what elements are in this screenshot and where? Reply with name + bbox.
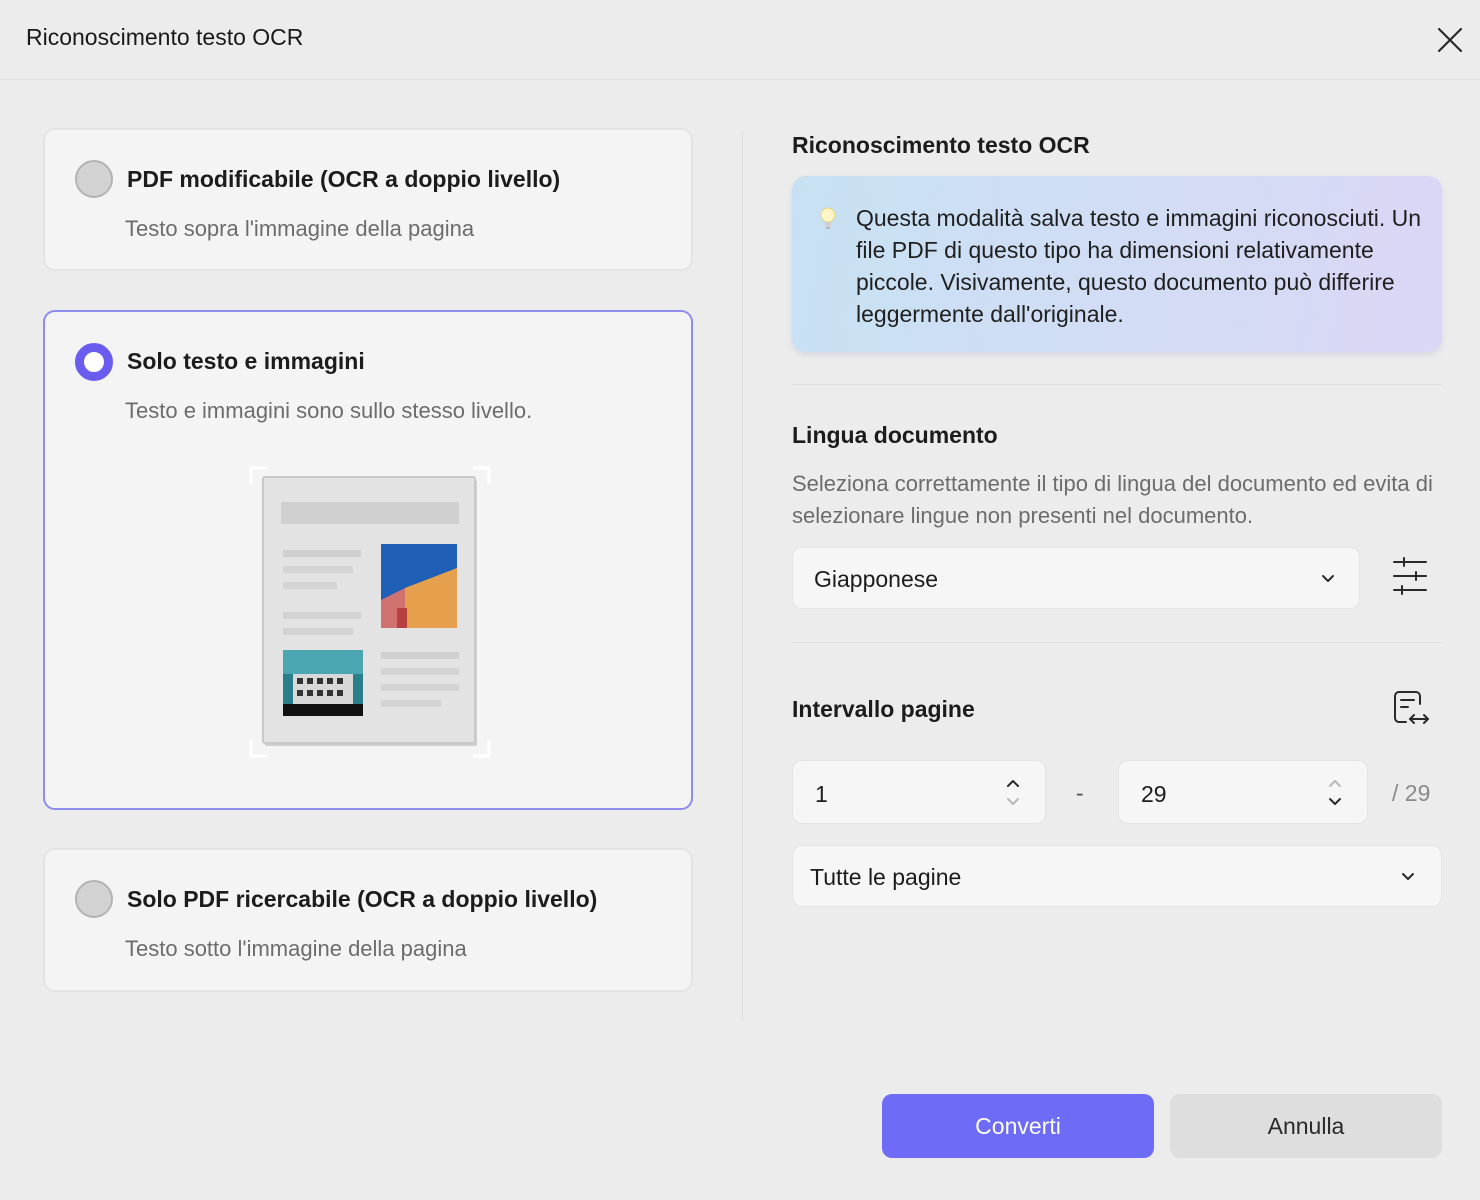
language-description: Seleziona correttamente il tipo di lingu… xyxy=(792,471,1433,528)
chevron-down-icon xyxy=(1322,575,1334,582)
radio-text-and-images[interactable] xyxy=(75,343,113,381)
ocr-heading: Riconoscimento testo OCR xyxy=(792,132,1090,158)
option-editable-pdf[interactable]: PDF modificabile (OCR a doppio livello) … xyxy=(43,128,693,271)
chevron-down-icon xyxy=(1402,873,1414,880)
option-text-and-images[interactable]: Solo testo e immagini Testo e immagini s… xyxy=(43,310,693,810)
page-total: / 29 xyxy=(1392,780,1431,806)
section-divider xyxy=(792,642,1442,643)
page-range-icon[interactable] xyxy=(1390,688,1432,730)
sliders-icon[interactable] xyxy=(1390,556,1430,596)
info-text: Questa modalità salva testo e immagini r… xyxy=(856,205,1422,327)
language-dropdown[interactable]: Giapponese xyxy=(792,547,1360,609)
option-description: Testo sotto l'immagine della pagina xyxy=(125,936,467,961)
convert-button[interactable]: Converti xyxy=(882,1094,1154,1158)
cancel-button[interactable]: Annulla xyxy=(1170,1094,1442,1158)
option-title: Solo testo e immagini xyxy=(127,348,365,374)
info-box: Questa modalità salva testo e immagini r… xyxy=(792,176,1442,352)
stepper-arrows-icon[interactable] xyxy=(1003,773,1023,813)
radio-editable-pdf[interactable] xyxy=(75,160,113,198)
page-range-heading: Intervallo pagine xyxy=(792,696,975,722)
page-to-input[interactable]: 29 xyxy=(1118,760,1368,824)
page-mode-dropdown[interactable]: Tutte le pagine xyxy=(792,845,1442,907)
vertical-divider xyxy=(742,130,743,1022)
section-divider xyxy=(792,384,1442,385)
title-bar: Riconoscimento testo OCR xyxy=(0,0,1480,80)
option-title: Solo PDF ricercabile (OCR a doppio livel… xyxy=(127,886,598,912)
lightbulb-icon xyxy=(820,207,836,229)
page-from-input[interactable]: 1 xyxy=(792,760,1046,824)
close-button[interactable] xyxy=(1432,22,1468,58)
radio-searchable-pdf[interactable] xyxy=(75,880,113,918)
page-from-value: 1 xyxy=(815,781,828,807)
range-separator: - xyxy=(1076,780,1084,806)
window-title: Riconoscimento testo OCR xyxy=(26,24,304,50)
page-mode-value: Tutte le pagine xyxy=(810,864,962,890)
stepper-arrows-icon[interactable] xyxy=(1325,773,1345,813)
option-searchable-pdf[interactable]: Solo PDF ricercabile (OCR a doppio livel… xyxy=(43,848,693,992)
page-to-value: 29 xyxy=(1141,781,1167,807)
close-icon xyxy=(1437,27,1463,53)
option-description: Testo e immagini sono sullo stesso livel… xyxy=(125,398,533,423)
option-description: Testo sopra l'immagine della pagina xyxy=(125,216,475,241)
option-title: PDF modificabile (OCR a doppio livello) xyxy=(127,166,561,192)
language-value: Giapponese xyxy=(814,566,939,592)
document-illustration xyxy=(249,466,491,758)
language-heading: Lingua documento xyxy=(792,422,998,448)
